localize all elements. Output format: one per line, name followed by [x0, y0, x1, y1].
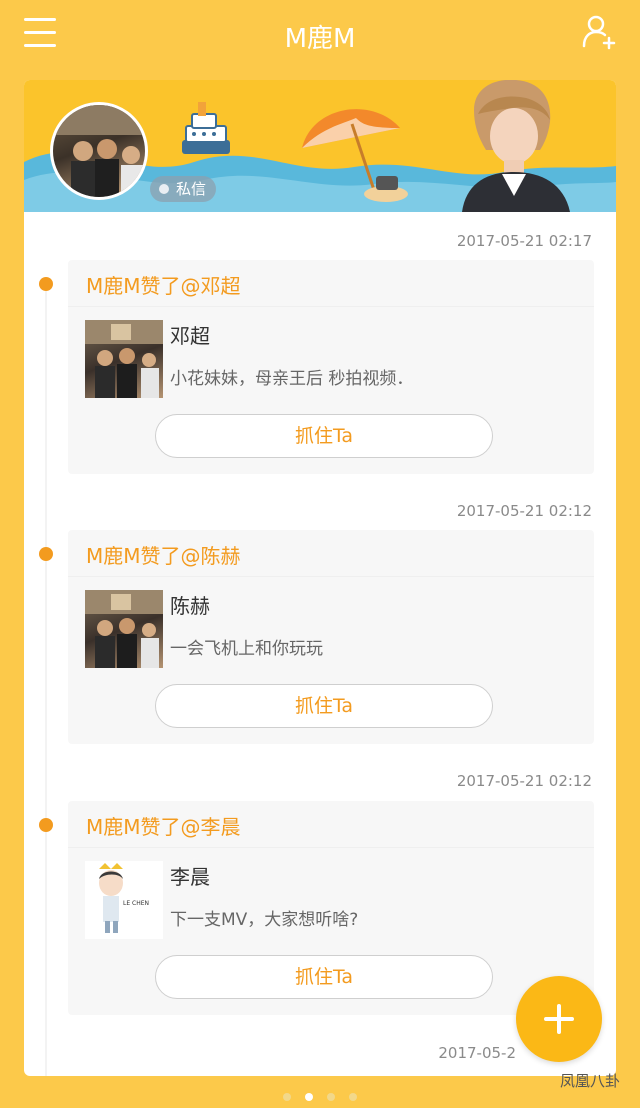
entry-post-text: 一会飞机上和你玩玩: [170, 639, 323, 659]
celebrity-portrait: [462, 80, 570, 212]
post-thumbnail[interactable]: [85, 590, 163, 668]
entry-timestamp: 2017-05-21 02:12: [456, 502, 592, 520]
entry-post-text: 下一支MV，大家想听啥?: [170, 910, 359, 930]
page-dot-active[interactable]: [305, 1093, 313, 1101]
timeline-dot: [39, 547, 53, 561]
ship-icon: [182, 102, 230, 154]
page-dot[interactable]: [349, 1093, 357, 1101]
page-dot[interactable]: [283, 1093, 291, 1101]
entry-headline[interactable]: M鹿M赞了@陈赫: [86, 540, 241, 569]
private-message-button[interactable]: 私信: [150, 176, 217, 202]
timeline-dot: [39, 818, 53, 832]
top-bar: M鹿M: [0, 0, 640, 76]
timeline-line: [45, 280, 47, 1076]
entry-headline[interactable]: M鹿M赞了@李晨: [86, 811, 241, 840]
catch-ta-button[interactable]: 抓住Ta: [155, 414, 493, 458]
beach-umbrella-icon: [302, 109, 408, 202]
profile-avatar[interactable]: [50, 102, 148, 200]
post-thumbnail[interactable]: [85, 320, 163, 398]
page-title: M鹿M: [284, 24, 356, 54]
catch-ta-button[interactable]: 抓住Ta: [155, 955, 493, 999]
watermark: 凤凰八卦: [559, 1072, 620, 1090]
profile-banner: 私信: [24, 80, 616, 212]
timeline-dot: [39, 277, 53, 291]
feed-entry[interactable]: M鹿M赞了@邓超 邓超 小花妹妹，母亲王后 秒拍视频． 抓住Ta: [68, 260, 594, 474]
add-user-icon[interactable]: [582, 14, 618, 50]
feed-card: 私信 2017-05-21 02:17 M鹿M赞了@邓超 邓超 小花妹妹，母亲王…: [24, 80, 616, 1076]
entry-author-name: 邓超: [170, 324, 210, 348]
page-indicator: [276, 1086, 364, 1101]
entry-author-name: 李晨: [170, 865, 210, 889]
entry-divider: [68, 306, 594, 307]
entry-timestamp: 2017-05-21 02:12: [456, 772, 592, 790]
page-dot[interactable]: [327, 1093, 335, 1101]
post-thumbnail[interactable]: LE CHEN: [85, 861, 163, 939]
entry-post-text: 小花妹妹，母亲王后 秒拍视频．: [170, 369, 414, 389]
entry-divider: [68, 576, 594, 577]
add-post-button[interactable]: [516, 976, 602, 1062]
feed-entry[interactable]: M鹿M赞了@李晨 LE CHEN 李晨 下一支MV，大家想听啥? 抓住Ta: [68, 801, 594, 1015]
entry-author-name: 陈赫: [170, 594, 210, 618]
feed-entry[interactable]: M鹿M赞了@陈赫 陈赫 一会飞机上和你玩玩 抓住Ta: [68, 530, 594, 744]
entry-divider: [68, 847, 594, 848]
svg-text:LE CHEN: LE CHEN: [123, 900, 149, 907]
entry-timestamp: 2017-05-2: [438, 1044, 516, 1062]
entry-timestamp: 2017-05-21 02:17: [456, 232, 592, 250]
catch-ta-button[interactable]: 抓住Ta: [155, 684, 493, 728]
entry-headline[interactable]: M鹿M赞了@邓超: [86, 270, 241, 299]
